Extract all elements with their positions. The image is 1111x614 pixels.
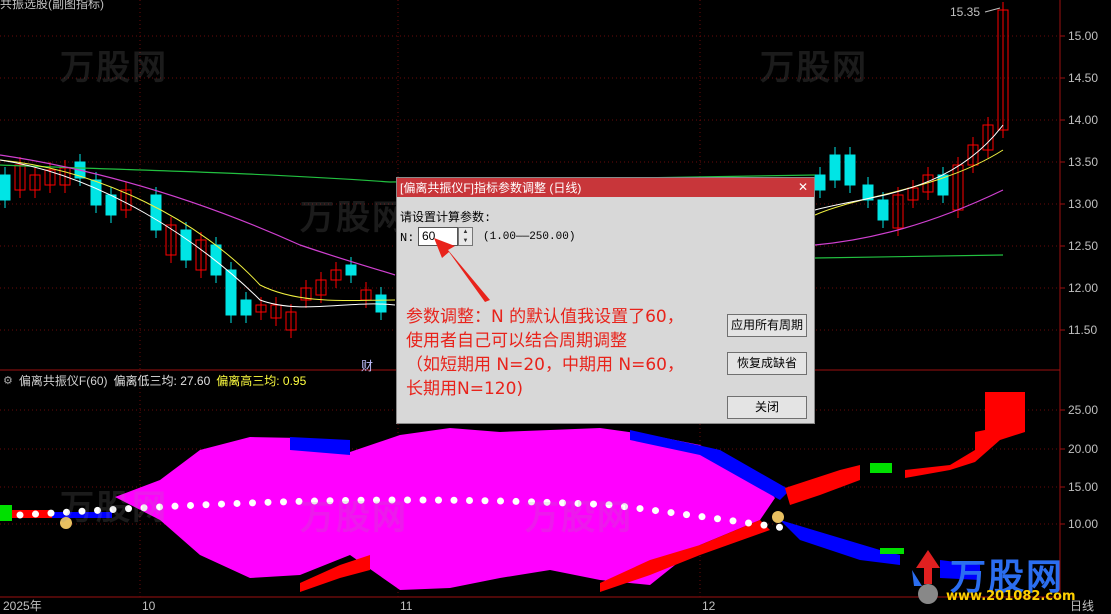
mascot-icon: [912, 550, 940, 604]
annotation-line: 使用者自己可以结合周期调整: [406, 331, 627, 351]
brand-url: www.201082.com: [946, 589, 1076, 604]
annotation-text: 参数调整：N 的默认值我设置了60， 使用者自己可以结合周期调整 （如短期用 N…: [406, 305, 726, 401]
annotation-line: 长期用N=120): [406, 379, 524, 399]
annotation-line: （如短期用 N=20，中期用 N=60，: [406, 355, 684, 375]
annotation-line: 参数调整：N 的默认值我设置了60，: [406, 307, 684, 327]
brand-logo: 万股网 www.201082.com: [908, 550, 1086, 608]
